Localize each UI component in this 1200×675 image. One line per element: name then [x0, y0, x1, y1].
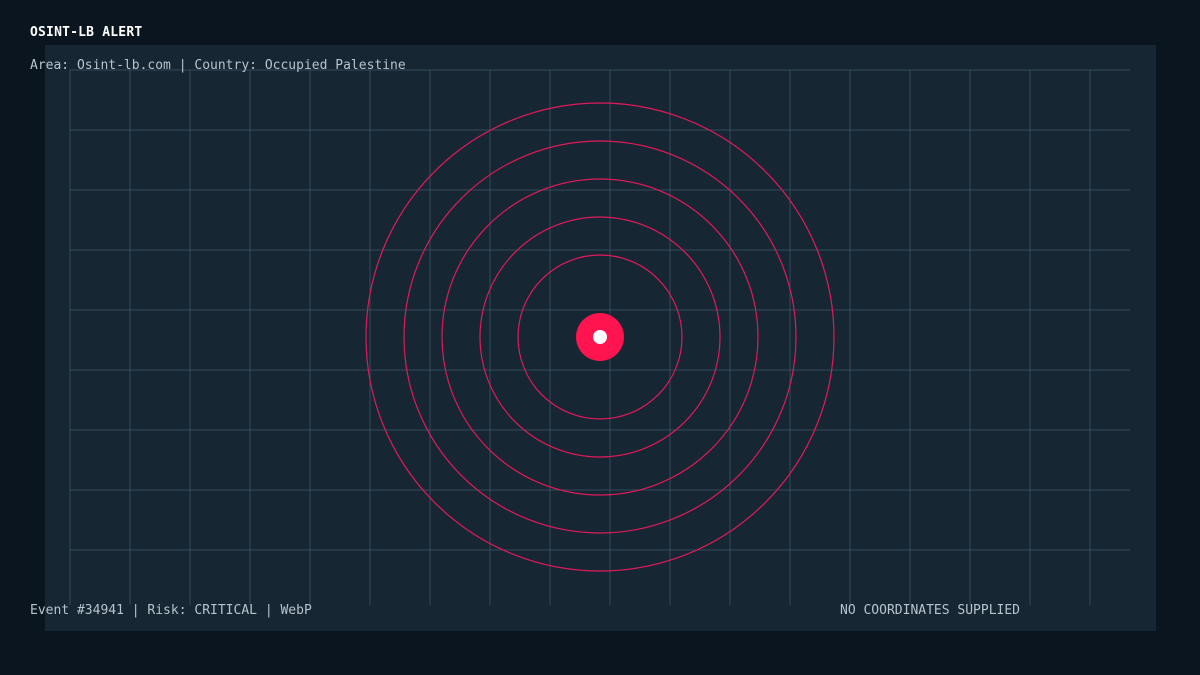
country-label: Country: [194, 58, 257, 73]
risk-value: CRITICAL [194, 603, 257, 618]
risk-label: Risk: [147, 603, 187, 618]
alert-target-marker [576, 313, 624, 361]
radar-map [69, 69, 1130, 605]
image-format: WebP [280, 603, 312, 618]
event-info-line: Event #34941 | Risk: CRITICAL | WebP [30, 603, 312, 619]
separator: | [131, 603, 140, 618]
separator: | [178, 58, 187, 73]
separator: | [264, 603, 273, 618]
event-id: Event #34941 [30, 603, 124, 618]
area-label: Area: [30, 58, 70, 73]
area-country-line: Area: Osint-lb.com | Country: Occupied P… [30, 58, 406, 74]
target-inner-dot [593, 330, 607, 344]
alert-title: OSINT-LB ALERT [30, 25, 143, 40]
coordinates-status: NO COORDINATES SUPPLIED [840, 603, 1021, 618]
country-value: Occupied Palestine [264, 58, 406, 73]
area-value: Osint-lb.com [76, 58, 171, 73]
